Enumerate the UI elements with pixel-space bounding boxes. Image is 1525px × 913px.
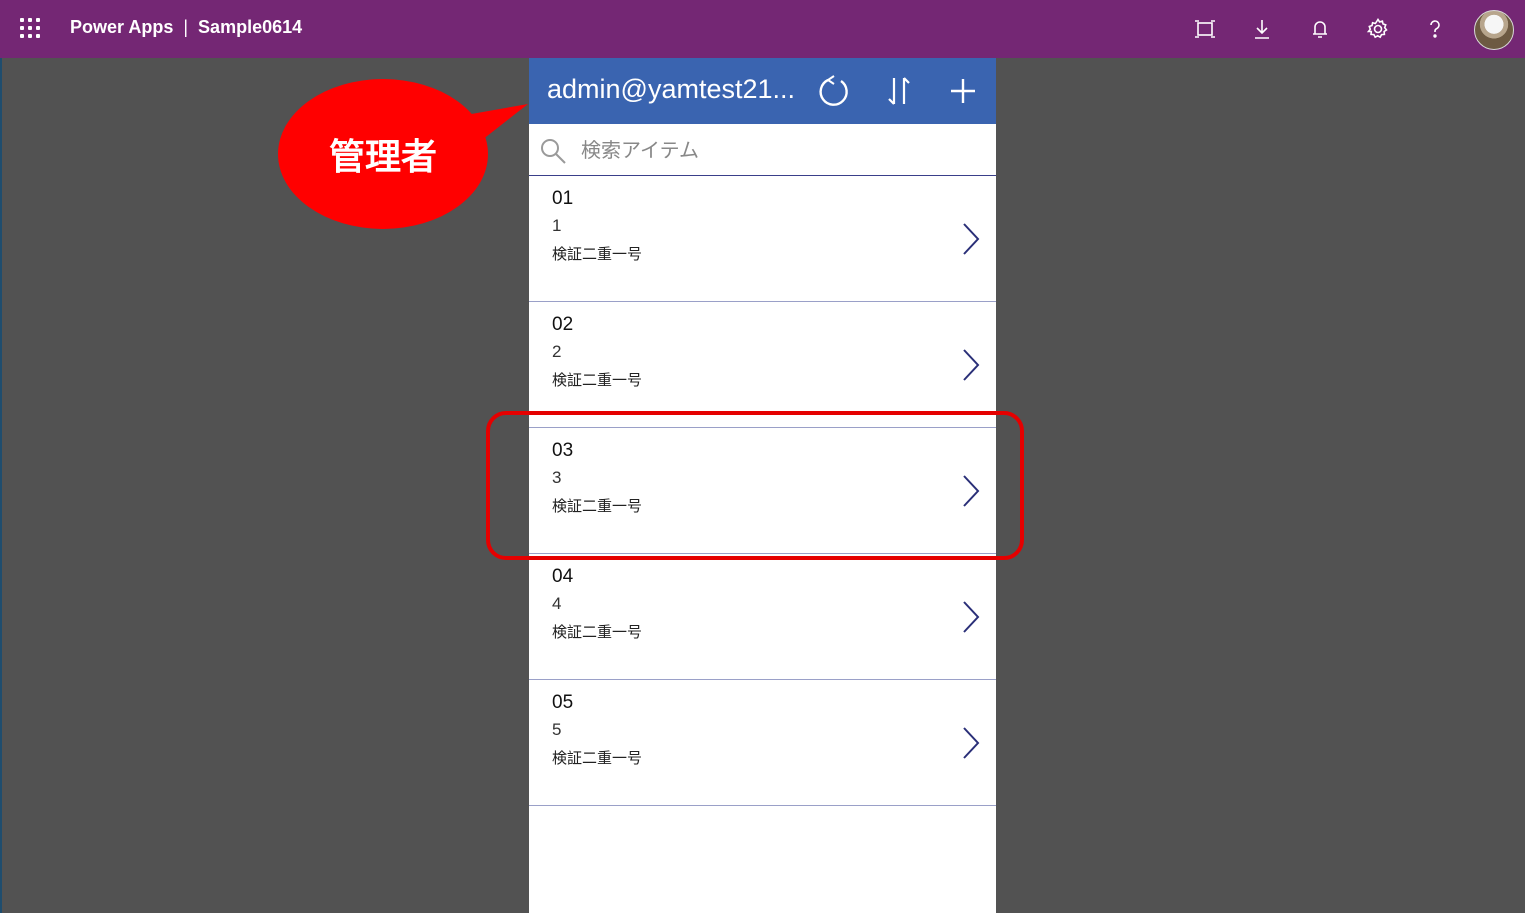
list-item[interactable]: 02 2 検証二重一号 <box>529 302 996 428</box>
item-number: 2 <box>552 342 562 361</box>
list-item[interactable]: 05 5 検証二重一号 <box>529 680 996 806</box>
avatar[interactable] <box>1474 10 1514 50</box>
item-number: 4 <box>552 594 562 613</box>
search-icon <box>539 137 567 169</box>
product-name: Power Apps <box>70 17 174 37</box>
top-app-bar: Power Apps | Sample0614 <box>0 0 1525 58</box>
help-icon[interactable] <box>1421 15 1449 43</box>
item-name: 検証二重一号 <box>552 749 643 767</box>
sort-icon[interactable] <box>880 72 918 110</box>
item-title: 04 <box>552 566 574 587</box>
download-icon[interactable] <box>1248 15 1276 43</box>
item-name: 検証二重一号 <box>552 623 643 641</box>
list-item[interactable]: 04 4 検証二重一号 <box>529 554 996 680</box>
chevron-right-icon[interactable] <box>959 726 983 764</box>
chevron-right-icon[interactable] <box>959 600 983 638</box>
app-name: Sample0614 <box>198 17 303 37</box>
waffle-icon[interactable] <box>20 18 42 40</box>
header-title: admin@yamtest21... <box>547 74 796 104</box>
title-separator: | <box>183 17 189 37</box>
item-number: 5 <box>552 720 562 739</box>
refresh-icon[interactable] <box>815 72 853 110</box>
gear-icon[interactable] <box>1364 15 1392 43</box>
fullscreen-icon[interactable] <box>1191 15 1219 43</box>
add-icon[interactable] <box>944 72 982 110</box>
app-title: Power Apps | Sample0614 <box>70 17 302 38</box>
highlight-box <box>486 411 1024 560</box>
bubble-label: 管理者 <box>328 137 437 178</box>
left-edge-strip <box>0 58 2 913</box>
item-name: 検証二重一号 <box>552 245 643 263</box>
item-name: 検証二重一号 <box>552 371 643 389</box>
chevron-right-icon[interactable] <box>959 222 983 260</box>
item-title: 05 <box>552 692 574 713</box>
item-number: 1 <box>552 216 562 235</box>
search-input[interactable] <box>579 134 983 166</box>
item-title: 02 <box>552 314 574 335</box>
search-bar <box>529 124 996 176</box>
bell-icon[interactable] <box>1306 15 1334 43</box>
panel-header: admin@yamtest21... <box>529 58 996 124</box>
chevron-right-icon[interactable] <box>959 348 983 386</box>
item-title: 01 <box>552 188 574 209</box>
list-item[interactable]: 01 1 検証二重一号 <box>529 176 996 302</box>
